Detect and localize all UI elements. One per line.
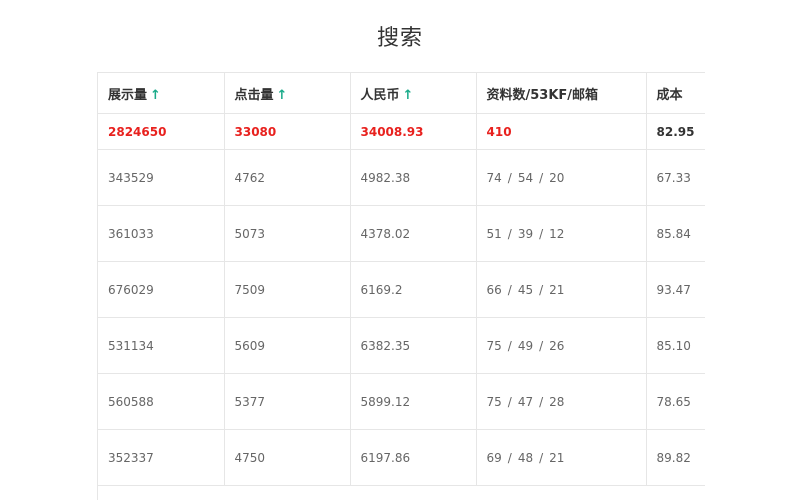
cell-cost: 67.33 xyxy=(646,149,705,206)
header-label: 人民币 xyxy=(360,87,400,103)
cell-rmb: 6197.86 xyxy=(350,429,477,486)
header-label: 资料数/53KF/邮箱 xyxy=(486,87,599,103)
sort-arrow-up-icon[interactable]: ↑ xyxy=(277,88,288,103)
total-leads: 410 xyxy=(476,113,647,150)
cell-impressions: 343529 xyxy=(98,149,225,206)
cell-leads: 75 / 49 / 26 xyxy=(476,317,647,374)
leads-value: 54 xyxy=(517,170,534,185)
leads-separator: / xyxy=(507,226,512,241)
leads-value: 47 xyxy=(517,394,534,409)
total-impressions: 2824650 xyxy=(98,113,225,150)
total-rmb: 34008.93 xyxy=(350,113,477,150)
leads-value: 39 xyxy=(517,226,534,241)
table-row: 352337 4750 6197.86 69 / 48 / 21 89.82 xyxy=(98,429,705,486)
leads-value: 75 xyxy=(486,338,502,353)
leads-value: 45 xyxy=(517,282,534,297)
cell-cost: 85.10 xyxy=(646,317,705,374)
leads-separator: / xyxy=(507,338,512,353)
leads-separator: / xyxy=(507,450,512,465)
cell-leads: 51 / 39 / 12 xyxy=(476,205,647,262)
cell-clicks: 5609 xyxy=(224,317,351,374)
cell-leads: 75 / 47 / 28 xyxy=(476,373,647,430)
header-label: 点击量 xyxy=(234,87,274,103)
leads-separator: / xyxy=(539,338,544,353)
total-clicks: 33080 xyxy=(224,113,351,150)
leads-value: 21 xyxy=(549,450,565,465)
cell-clicks: 4750 xyxy=(224,429,351,486)
data-table-container: 展示量 ↑ 点击量 ↑ 人民币 ↑ 资料数/53KF/邮箱 成本 2824650… xyxy=(97,72,705,500)
cell-clicks: 7509 xyxy=(224,261,351,318)
header-rmb[interactable]: 人民币 ↑ xyxy=(350,73,477,114)
total-cost: 82.95 xyxy=(646,113,705,150)
table-row: 343529 4762 4982.38 74 / 54 / 20 67.33 xyxy=(98,149,705,206)
cell-cost: 93.47 xyxy=(646,261,705,318)
header-impressions[interactable]: 展示量 ↑ xyxy=(98,73,225,114)
cell-cost: 78.65 xyxy=(646,373,705,430)
header-clicks[interactable]: 点击量 ↑ xyxy=(224,73,351,114)
leads-value: 75 xyxy=(486,394,502,409)
leads-value: 12 xyxy=(549,226,565,241)
data-table: 展示量 ↑ 点击量 ↑ 人民币 ↑ 资料数/53KF/邮箱 成本 2824650… xyxy=(98,73,705,486)
sort-arrow-up-icon[interactable]: ↑ xyxy=(403,88,414,103)
header-label: 成本 xyxy=(656,87,683,103)
cell-impressions: 361033 xyxy=(98,205,225,262)
cell-rmb: 4982.38 xyxy=(350,149,477,206)
header-label: 展示量 xyxy=(108,87,148,103)
leads-value: 66 xyxy=(486,282,502,297)
cell-clicks: 4762 xyxy=(224,149,351,206)
sort-arrow-up-icon[interactable]: ↑ xyxy=(150,88,161,103)
leads-separator: / xyxy=(539,226,544,241)
cell-impressions: 676029 xyxy=(98,261,225,318)
cell-clicks: 5377 xyxy=(224,373,351,430)
leads-value: 48 xyxy=(517,450,534,465)
total-row: 2824650 33080 34008.93 410 82.95 xyxy=(98,113,705,150)
cell-cost: 85.84 xyxy=(646,205,705,262)
cell-clicks: 5073 xyxy=(224,205,351,262)
cell-leads: 66 / 45 / 21 xyxy=(476,261,647,318)
table-row: 676029 7509 6169.2 66 / 45 / 21 93.47 xyxy=(98,261,705,318)
cell-rmb: 4378.02 xyxy=(350,205,477,262)
leads-separator: / xyxy=(507,394,512,409)
leads-value: 21 xyxy=(549,282,565,297)
header-leads: 资料数/53KF/邮箱 xyxy=(476,73,647,114)
cell-rmb: 6169.2 xyxy=(350,261,477,318)
leads-separator: / xyxy=(539,170,544,185)
leads-value: 49 xyxy=(517,338,534,353)
page: 搜索 展示量 ↑ 点击量 ↑ 人民币 ↑ 资料数/53KF/邮箱 成本 2824… xyxy=(0,0,800,500)
cell-impressions: 531134 xyxy=(98,317,225,374)
table-row: 531134 5609 6382.35 75 / 49 / 26 85.10 xyxy=(98,317,705,374)
leads-value: 51 xyxy=(486,226,502,241)
table-row: 361033 5073 4378.02 51 / 39 / 12 85.84 xyxy=(98,205,705,262)
leads-value: 28 xyxy=(549,394,565,409)
leads-separator: / xyxy=(539,282,544,297)
cell-rmb: 6382.35 xyxy=(350,317,477,374)
page-title: 搜索 xyxy=(376,26,423,51)
leads-value: 69 xyxy=(486,450,502,465)
cell-leads: 74 / 54 / 20 xyxy=(476,149,647,206)
leads-value: 20 xyxy=(549,170,565,185)
cell-impressions: 352337 xyxy=(98,429,225,486)
leads-value: 74 xyxy=(486,170,502,185)
cell-rmb: 5899.12 xyxy=(350,373,477,430)
leads-separator: / xyxy=(539,450,544,465)
cell-impressions: 560588 xyxy=(98,373,225,430)
cell-leads: 69 / 48 / 21 xyxy=(476,429,647,486)
table-header-row: 展示量 ↑ 点击量 ↑ 人民币 ↑ 资料数/53KF/邮箱 成本 xyxy=(98,73,705,114)
leads-separator: / xyxy=(539,394,544,409)
leads-separator: / xyxy=(507,282,512,297)
table-row: 560588 5377 5899.12 75 / 47 / 28 78.65 xyxy=(98,373,705,430)
leads-value: 26 xyxy=(549,338,565,353)
cell-cost: 89.82 xyxy=(646,429,705,486)
leads-separator: / xyxy=(507,170,512,185)
header-cost: 成本 xyxy=(646,73,705,114)
